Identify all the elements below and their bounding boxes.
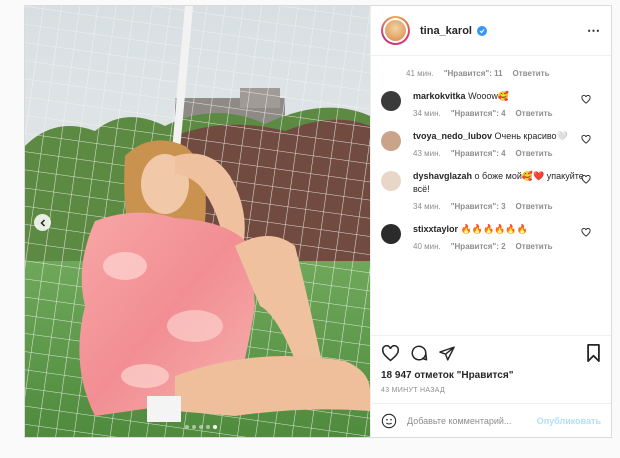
- avatar[interactable]: [381, 16, 410, 45]
- commenter-avatar[interactable]: [381, 91, 401, 111]
- verified-badge-icon: [476, 25, 487, 36]
- comment-meta: 43 мин. "Нравится": 4 Ответить: [413, 149, 588, 158]
- comment-text-line: stixxtaylor 🔥🔥🔥🔥🔥🔥: [413, 223, 588, 236]
- commenter-avatar[interactable]: [381, 224, 401, 244]
- comment-icon[interactable]: [410, 344, 428, 362]
- reply-button[interactable]: Ответить: [516, 242, 553, 251]
- post-header: tina_karol ⋯: [371, 6, 611, 56]
- comment-time: 41 мин.: [406, 69, 434, 78]
- like-heart-icon[interactable]: [381, 344, 400, 362]
- comment-body: stixxtaylor 🔥🔥🔥🔥🔥🔥 40 мин. "Нравится": 2 От…: [413, 223, 588, 251]
- chevron-left-icon: [39, 218, 45, 227]
- comment-text: Wooow🥰: [468, 91, 510, 101]
- comment-meta: 34 мин. "Нравится": 3 Ответить: [413, 202, 588, 211]
- carousel-dot-active[interactable]: [213, 425, 217, 429]
- reply-button[interactable]: Ответить: [516, 202, 553, 211]
- share-icon[interactable]: [438, 345, 456, 362]
- comment-text: Очень красиво🤍: [494, 131, 568, 141]
- emoji-icon[interactable]: [381, 413, 397, 429]
- comment-time: 34 мин.: [413, 109, 441, 118]
- comment-time: 43 мин.: [413, 149, 441, 158]
- commenter-avatar[interactable]: [381, 131, 401, 151]
- comment-likes[interactable]: "Нравится": 2: [451, 242, 506, 251]
- comment-like-heart-icon[interactable]: [581, 135, 591, 144]
- reply-button[interactable]: Ответить: [516, 149, 553, 158]
- more-options-icon[interactable]: ⋯: [587, 23, 601, 39]
- comment-likes[interactable]: "Нравится": 11: [444, 69, 503, 78]
- reply-button[interactable]: Ответить: [516, 109, 553, 118]
- commenter-username[interactable]: dyshavglazah: [413, 171, 472, 181]
- comment-text-line: markokvitka Wooow🥰: [413, 90, 588, 103]
- commenter-username[interactable]: markokvitka: [413, 91, 466, 101]
- post-timestamp: 43 МИНУТ НАЗАД: [381, 387, 446, 394]
- comment-likes[interactable]: "Нравится": 3: [451, 202, 506, 211]
- post-photo[interactable]: [25, 6, 370, 437]
- author-username[interactable]: tina_karol: [420, 25, 472, 37]
- comments-list: 41 мин. "Нравится": 11 Ответить markokvi…: [371, 56, 611, 335]
- reply-button[interactable]: Ответить: [513, 69, 550, 78]
- comment-body: tvoya_nedo_lubov Очень красиво🤍 43 мин. "Н…: [413, 130, 588, 158]
- comment-text-line: tvoya_nedo_lubov Очень красиво🤍: [413, 130, 588, 143]
- post-details-panel: tina_karol ⋯ 41 мин. "Нравится": 11 Отве…: [370, 6, 611, 437]
- comment-item: dyshavglazah о боже мой🥰❤️ упакуйте всё!…: [381, 170, 601, 211]
- post-actions: [371, 335, 611, 370]
- comment-time: 40 мин.: [413, 242, 441, 251]
- carousel-dots: [185, 425, 217, 429]
- carousel-prev-button[interactable]: [34, 214, 51, 231]
- commenter-username[interactable]: tvoya_nedo_lubov: [413, 131, 492, 141]
- add-comment-bar: Опубликовать: [371, 403, 611, 437]
- comment-meta: 34 мин. "Нравится": 4 Ответить: [413, 109, 588, 118]
- publish-button[interactable]: Опубликовать: [537, 416, 601, 426]
- comment-body: markokvitka Wooow🥰 34 мин. "Нравится": 4 От…: [413, 90, 588, 118]
- comment-like-heart-icon[interactable]: [581, 175, 591, 184]
- commenter-username[interactable]: stixxtaylor: [413, 224, 458, 234]
- comment-text: 🔥🔥🔥🔥🔥🔥: [460, 224, 528, 234]
- carousel-dot[interactable]: [199, 425, 203, 429]
- likes-count[interactable]: 18 947 отметок "Нравится": [371, 370, 611, 384]
- carousel-dot[interactable]: [206, 425, 210, 429]
- comment-body: dyshavglazah о боже мой🥰❤️ упакуйте всё!…: [413, 170, 588, 211]
- comment-likes[interactable]: "Нравится": 4: [451, 149, 506, 158]
- comment-likes[interactable]: "Нравится": 4: [451, 109, 506, 118]
- comment-time: 34 мин.: [413, 202, 441, 211]
- carousel-dot[interactable]: [192, 425, 196, 429]
- comment-item: markokvitka Wooow🥰 34 мин. "Нравится": 4 От…: [381, 90, 601, 118]
- carousel-dot[interactable]: [185, 425, 189, 429]
- instagram-post: tina_karol ⋯ 41 мин. "Нравится": 11 Отве…: [24, 5, 612, 438]
- photo-scene: [25, 6, 370, 437]
- comment-like-heart-icon[interactable]: [581, 95, 591, 104]
- comment-meta: 41 мин. "Нравится": 11 Ответить: [406, 69, 601, 78]
- comment-text-line: dyshavglazah о боже мой🥰❤️ упакуйте всё!: [413, 170, 588, 196]
- comment-item: stixxtaylor 🔥🔥🔥🔥🔥🔥 40 мин. "Нравится": 2 От…: [381, 223, 601, 251]
- commenter-avatar[interactable]: [381, 171, 401, 191]
- comment-like-heart-icon[interactable]: [581, 228, 591, 237]
- comment-meta: 40 мин. "Нравится": 2 Ответить: [413, 242, 588, 251]
- comment-item: tvoya_nedo_lubov Очень красиво🤍 43 мин. "Н…: [381, 130, 601, 158]
- comment-input[interactable]: [407, 415, 537, 426]
- bookmark-icon[interactable]: [586, 344, 601, 362]
